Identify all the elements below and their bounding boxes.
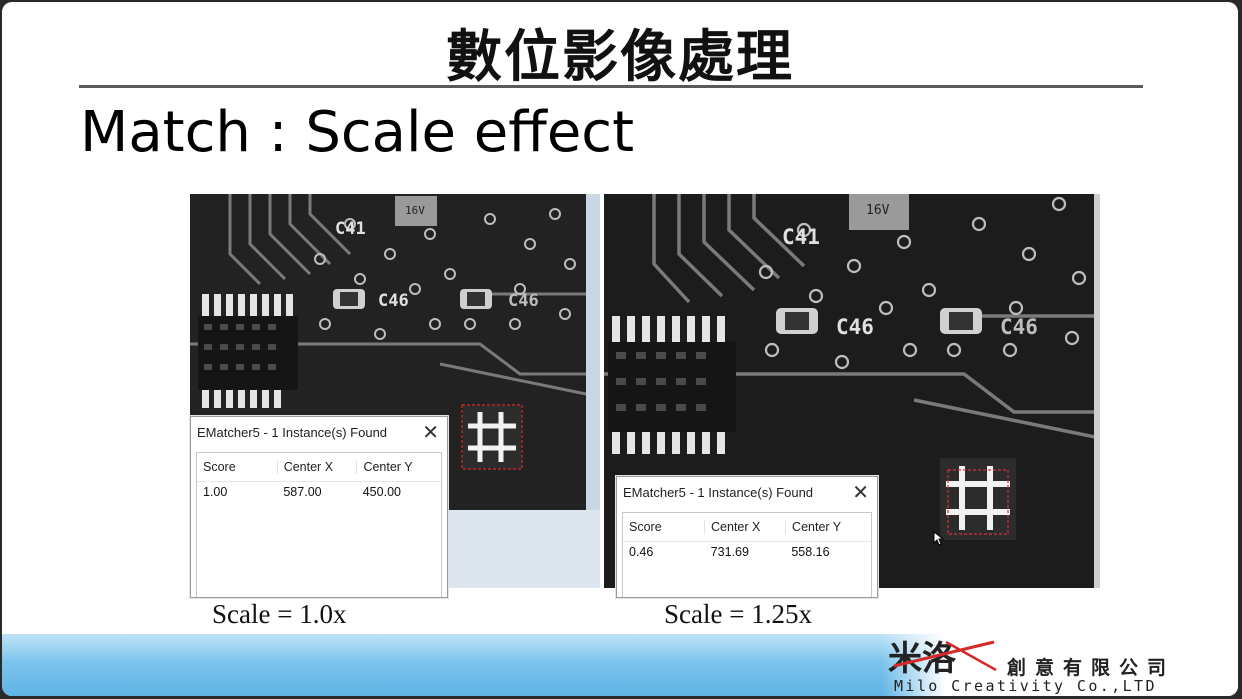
close-icon[interactable]: ✕: [422, 420, 439, 445]
center-y-cell: 558.16: [791, 545, 830, 559]
pcb-label: 16V: [866, 203, 890, 218]
pcb-label: C41: [335, 219, 366, 239]
slide-title: 數位影像處理: [446, 25, 794, 90]
company-name-chinese: 創意有限公司: [1007, 657, 1176, 679]
mouse-cursor-icon: [933, 531, 945, 546]
score-cell: 0.46: [629, 545, 654, 559]
pcb-label: C46: [508, 291, 539, 311]
match-target-left: [461, 404, 523, 470]
column-header[interactable]: Center X: [705, 520, 787, 534]
pcb-label: C41: [782, 225, 820, 249]
results-table: Score Center X Center Y 1.00 587.00 450.…: [196, 452, 442, 597]
table-header: Score Center X Center Y: [197, 453, 441, 482]
pcb-label: 16V: [405, 204, 425, 217]
column-header[interactable]: Score: [623, 520, 706, 534]
company-name-english: Milo Creativity Co.,LTD: [894, 677, 1157, 695]
column-header[interactable]: Center Y: [357, 460, 441, 474]
center-y-cell: 450.00: [362, 485, 401, 499]
table-row[interactable]: 0.46 731.69 558.16: [623, 542, 871, 562]
results-table: Score Center X Center Y 0.46 731.69 558.…: [622, 512, 872, 597]
column-header[interactable]: Center X: [278, 460, 358, 474]
table-row[interactable]: 1.00 587.00 450.00: [197, 482, 441, 502]
close-icon[interactable]: ✕: [852, 480, 869, 505]
dialog-title: EMatcher5 - 1 Instance(s) Found: [197, 425, 388, 440]
slide-subtitle: Match : Scale effect: [80, 100, 635, 165]
ematcher-result-dialog-left: EMatcher5 - 1 Instance(s) Found ✕ Score …: [190, 416, 448, 598]
caption-right: Scale = 1.25x: [664, 599, 812, 629]
column-header[interactable]: Center Y: [786, 520, 871, 534]
dialog-title: EMatcher5 - 1 Instance(s) Found: [623, 485, 814, 500]
pcb-label: C46: [1000, 315, 1038, 339]
table-header: Score Center X Center Y: [623, 513, 871, 542]
score-cell: 1.00: [203, 485, 228, 499]
ematcher-result-dialog-right: EMatcher5 - 1 Instance(s) Found ✕ Score …: [616, 476, 878, 598]
center-x-cell: 731.69: [710, 545, 749, 559]
center-x-cell: 587.00: [283, 485, 322, 499]
match-target-right: [940, 458, 1016, 540]
pcb-label: C46: [836, 315, 874, 339]
pcb-label: C46: [378, 291, 409, 311]
column-header[interactable]: Score: [197, 460, 278, 474]
caption-left: Scale = 1.0x: [212, 599, 347, 629]
company-logo-icon: 米洛: [888, 639, 997, 678]
title-divider: [79, 85, 1143, 88]
slide: 數位影像處理 Match : Scale effect 16V C41 C46 …: [2, 2, 1238, 696]
